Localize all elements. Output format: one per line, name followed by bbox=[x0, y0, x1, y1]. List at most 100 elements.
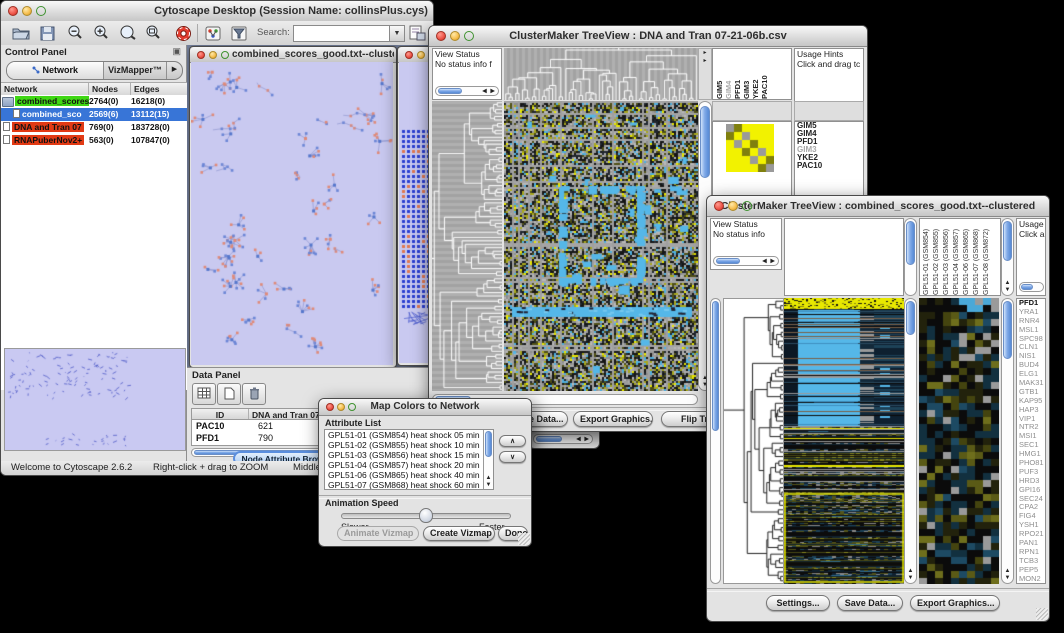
gene-label[interactable]: MSL1 bbox=[1017, 326, 1045, 335]
minimize-button[interactable] bbox=[417, 51, 425, 59]
tab-vizmapper[interactable]: VizMapper™ bbox=[104, 62, 167, 79]
minimize-button[interactable] bbox=[337, 403, 345, 411]
delete-attribute-trash-icon[interactable] bbox=[242, 383, 266, 405]
gene-label[interactable]: ELG1 bbox=[1017, 370, 1045, 379]
attribute-down-button[interactable]: ∨ bbox=[499, 451, 526, 463]
tv2-gene-list-panel[interactable]: PFD1YRA1RNR4MSL1SPC98CLN1NIS1BUD4ELG1MAK… bbox=[1016, 298, 1046, 584]
minimize-button[interactable] bbox=[728, 201, 738, 211]
zoom-button[interactable] bbox=[742, 201, 752, 211]
tv2-scrollbar-b[interactable]: ▲▼ bbox=[1001, 218, 1014, 296]
attribute-item[interactable]: GPL51-06 (GSM865) heat shock 40 min bbox=[325, 470, 483, 480]
tv2-column-labels-panel[interactable]: GPL51-01 (GSM854)GPL51-02 (GSM855)GPL51-… bbox=[919, 218, 1001, 296]
network-view-title-bar[interactable]: combined_scores_good.txt--cluste... bbox=[190, 47, 396, 63]
tv2-scrollbar-a[interactable] bbox=[904, 218, 917, 296]
scrollbar-thumb[interactable] bbox=[536, 436, 562, 442]
zoom-button[interactable] bbox=[221, 51, 229, 59]
gene-label[interactable]: HRD3 bbox=[1017, 477, 1045, 486]
array-column-label[interactable]: GPL51-04 (GSM857) bbox=[952, 219, 962, 295]
tv2-status-scrollbar[interactable]: ◀ ▶ bbox=[713, 256, 779, 266]
array-column-label[interactable]: GPL51-02 (GSM855) bbox=[932, 219, 942, 295]
column-label[interactable]: PAC10 bbox=[760, 49, 769, 99]
gene-label[interactable]: KAP95 bbox=[1017, 397, 1045, 406]
tv2-heatmap-scrollbar[interactable]: ▲▼ bbox=[904, 298, 917, 584]
gene-label[interactable]: YRA1 bbox=[1017, 308, 1045, 317]
zoom-button[interactable] bbox=[348, 403, 356, 411]
treeview2-title-bar[interactable]: ClusterMaker TreeView : combined_scores_… bbox=[707, 196, 1049, 217]
float-panel-icon[interactable]: ▣ bbox=[172, 46, 181, 57]
treeview1-title-bar[interactable]: ClusterMaker TreeView : DNA and Tran 07-… bbox=[429, 26, 867, 47]
table-mode-icon[interactable] bbox=[192, 383, 216, 405]
gene-label[interactable]: HMG1 bbox=[1017, 450, 1045, 459]
tv2-export-graphics-button[interactable]: Export Graphics... bbox=[910, 595, 1000, 611]
zoom-in-icon[interactable] bbox=[89, 22, 113, 44]
array-column-label[interactable]: GPL51-06 (GSM865) bbox=[962, 219, 972, 295]
gene-label[interactable]: PHO81 bbox=[1017, 459, 1045, 468]
scroll-arrows-icon[interactable]: ◀ ▶ bbox=[576, 436, 590, 443]
array-column-label[interactable]: GPL51-07 (GSM868) bbox=[972, 219, 982, 295]
tv1-row-dendrogram[interactable] bbox=[432, 101, 502, 391]
attribute-item[interactable]: GPL51-07 (GSM868) heat shock 60 min bbox=[325, 480, 483, 490]
close-button[interactable] bbox=[8, 6, 18, 16]
tv2-heatmap[interactable] bbox=[784, 298, 904, 584]
attribute-item[interactable]: GPL51-03 (GSM856) heat shock 15 min bbox=[325, 450, 483, 460]
minimize-button[interactable] bbox=[22, 6, 32, 16]
column-label[interactable]: YKE2 bbox=[751, 49, 760, 99]
resize-grip[interactable] bbox=[1036, 608, 1048, 620]
column-label[interactable]: PFD1 bbox=[733, 49, 742, 99]
column-label[interactable]: GIM4 bbox=[724, 49, 733, 99]
network-table-header[interactable]: Network Nodes Edges bbox=[1, 82, 187, 96]
new-attribute-icon[interactable] bbox=[217, 383, 241, 405]
gene-label[interactable]: BUD4 bbox=[1017, 361, 1045, 370]
gene-label[interactable]: HAP3 bbox=[1017, 406, 1045, 415]
close-button[interactable] bbox=[436, 31, 446, 41]
attribute-item[interactable]: GPL51-01 (GSM854) heat shock 05 min bbox=[325, 430, 483, 440]
dialog-title-bar[interactable]: Map Colors to Network bbox=[319, 399, 531, 416]
tv1-cluster-matrix[interactable] bbox=[726, 124, 774, 172]
attribute-up-button[interactable]: ∧ bbox=[499, 435, 526, 447]
network-overview-icon[interactable] bbox=[201, 22, 225, 44]
main-title-bar[interactable]: Cytoscape Desktop (Session Name: collins… bbox=[1, 1, 433, 22]
tv1-column-dendrogram[interactable] bbox=[504, 48, 698, 100]
gene-label[interactable]: VIP1 bbox=[1017, 415, 1045, 424]
fragment-scrollbar[interactable]: ◀ ▶ bbox=[533, 434, 593, 444]
search-input[interactable] bbox=[293, 25, 391, 42]
minimize-button[interactable] bbox=[209, 51, 217, 59]
zoom-fit-icon[interactable] bbox=[141, 22, 165, 44]
column-label[interactable]: GIM3 bbox=[742, 49, 751, 99]
zoom-out-icon[interactable] bbox=[63, 22, 87, 44]
zoom-button[interactable] bbox=[464, 31, 474, 41]
create-vizmap-button[interactable]: Create Vizmap bbox=[423, 526, 495, 541]
animate-vizmap-button[interactable]: Animate Vizmap bbox=[337, 526, 419, 541]
gene-label[interactable]: PFD1 bbox=[1017, 299, 1045, 308]
gene-label[interactable]: FIG4 bbox=[1017, 512, 1045, 521]
resize-grip[interactable] bbox=[518, 533, 530, 545]
tab-overflow-arrow[interactable]: ▶ bbox=[167, 62, 182, 79]
zoom-button[interactable] bbox=[36, 6, 46, 16]
gene-label[interactable]: PEP5 bbox=[1017, 566, 1045, 575]
tv1-splitter-strip[interactable]: ▸▸ bbox=[698, 48, 712, 100]
network-row-rnapuber[interactable]: RNAPuberNov2+ 563(0) 107847(0) bbox=[1, 134, 187, 147]
gene-label[interactable]: MSI1 bbox=[1017, 432, 1045, 441]
row-label[interactable]: PAC10 bbox=[795, 162, 863, 170]
close-button[interactable] bbox=[326, 403, 334, 411]
gene-label[interactable]: SEC1 bbox=[1017, 441, 1045, 450]
tv2-settings-button[interactable]: Settings... bbox=[766, 595, 830, 611]
network-row-combined-scores[interactable]: combined_scores 2764(0) 16218(0) bbox=[1, 95, 187, 108]
network-row-dna-tran[interactable]: DNA and Tran 07 769(0) 183728(0) bbox=[1, 121, 187, 134]
gene-label[interactable]: PAN1 bbox=[1017, 539, 1045, 548]
tv2-column-tree-panel[interactable] bbox=[784, 218, 904, 296]
minimize-button[interactable] bbox=[450, 31, 460, 41]
gene-label[interactable]: RNR4 bbox=[1017, 317, 1045, 326]
close-button[interactable] bbox=[405, 51, 413, 59]
save-session-button[interactable] bbox=[35, 22, 59, 44]
tv2-left-scrollbar[interactable] bbox=[710, 298, 721, 584]
network-row-selected[interactable]: combined_sco 2569(6) 13112(15) bbox=[1, 108, 187, 121]
gene-label[interactable]: MAK31 bbox=[1017, 379, 1045, 388]
gene-label[interactable]: YSH1 bbox=[1017, 521, 1045, 530]
tv2-hints-scrollbar[interactable] bbox=[1019, 282, 1044, 292]
gene-label[interactable]: RPN1 bbox=[1017, 548, 1045, 557]
tv2-row-dendrogram[interactable] bbox=[723, 298, 784, 584]
filter-icon[interactable] bbox=[227, 22, 251, 44]
network-canvas[interactable] bbox=[191, 62, 393, 365]
animation-speed-slider-thumb[interactable] bbox=[419, 508, 433, 523]
